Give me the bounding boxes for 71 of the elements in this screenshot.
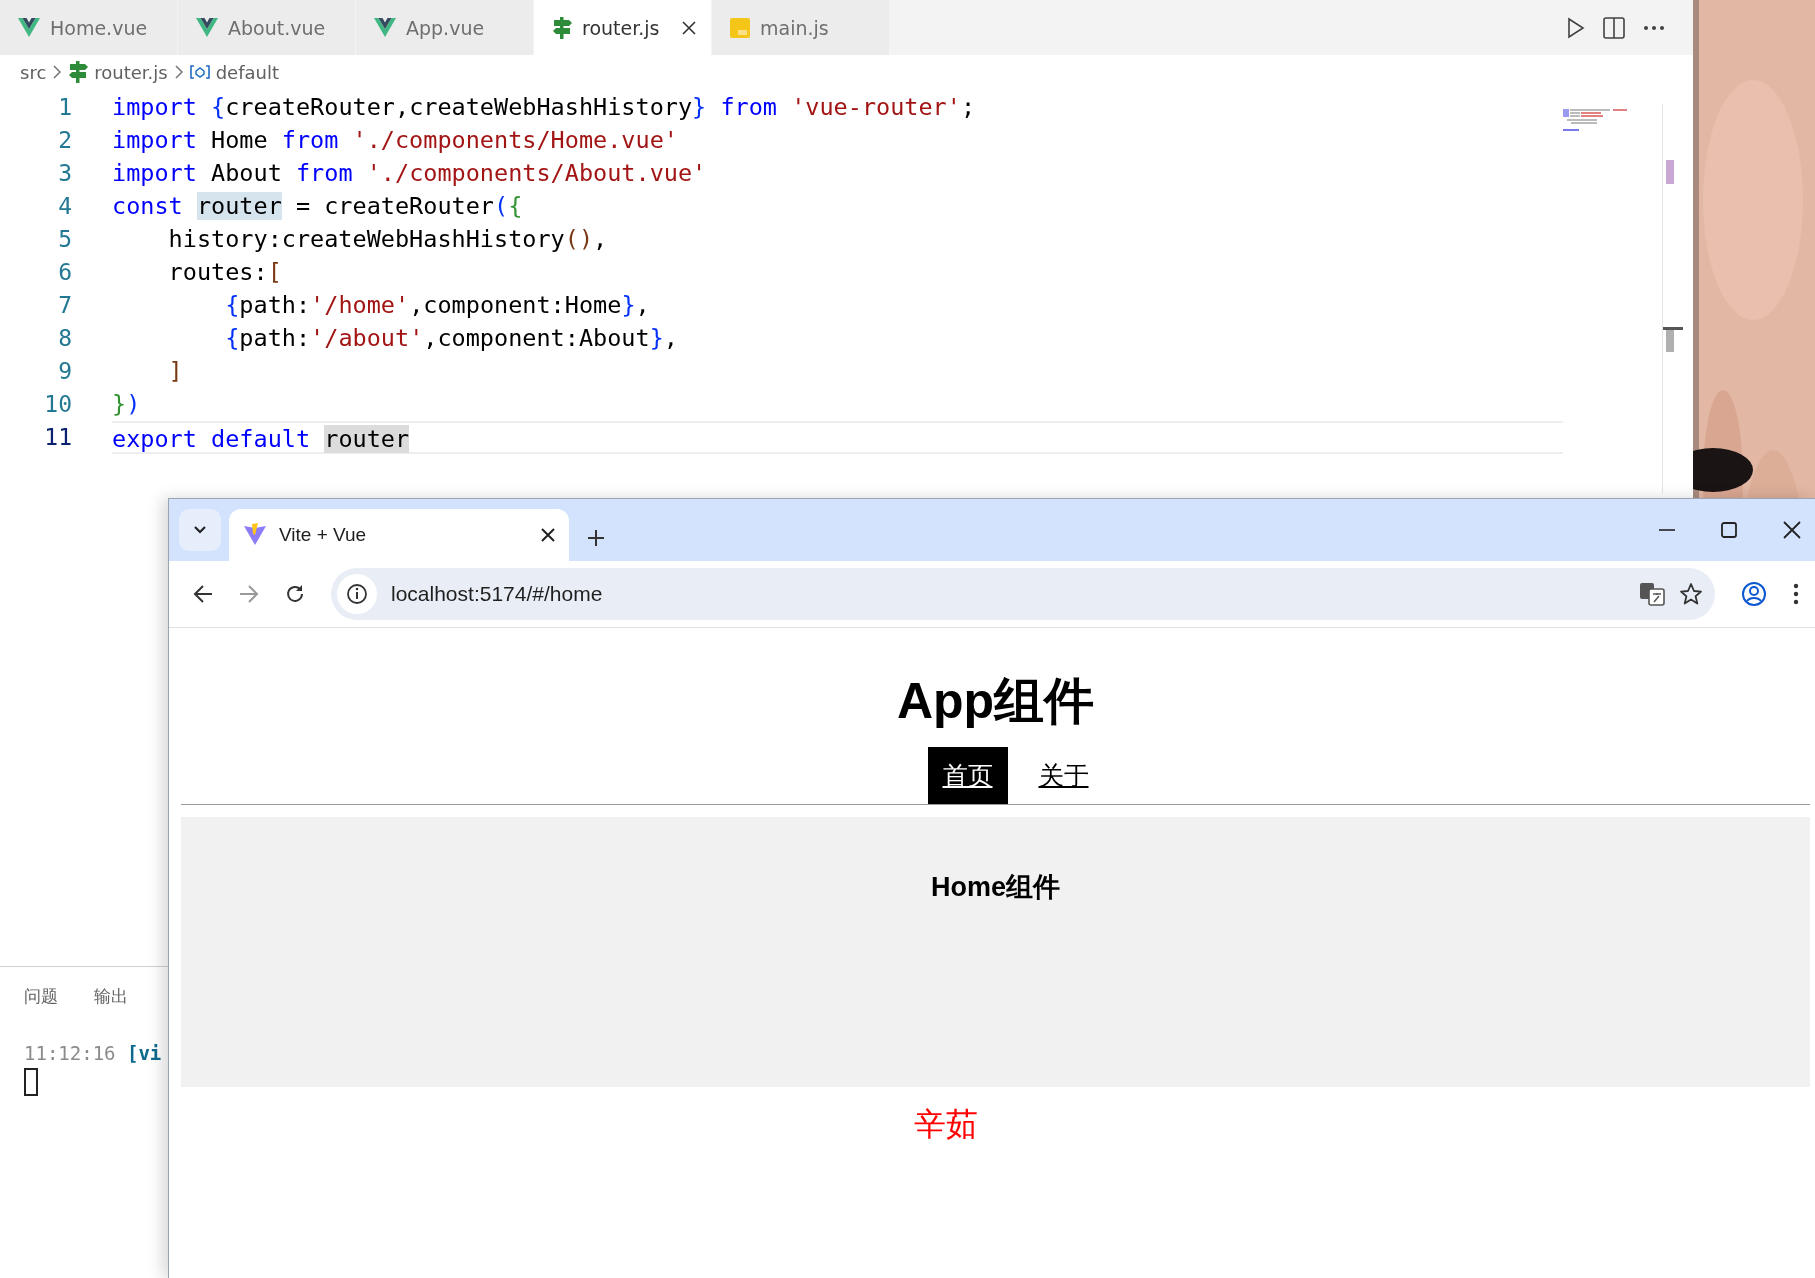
code-line: export default router	[112, 421, 1563, 454]
forward-icon[interactable]	[239, 585, 259, 603]
line-number: 9	[57, 357, 73, 386]
menu-icon[interactable]	[1793, 583, 1799, 605]
address-bar[interactable]: localhost:5174/#/home	[331, 568, 1715, 620]
maximize-icon[interactable]	[1721, 522, 1737, 538]
code-line: import Home from './components/Home.vue'	[112, 125, 679, 156]
translate-icon[interactable]	[1639, 582, 1665, 606]
page-heading: App组件	[895, 672, 1096, 731]
panel-tab[interactable]: 输出	[94, 985, 128, 1008]
split-editor-icon[interactable]	[1603, 16, 1625, 39]
reload-icon[interactable]	[285, 584, 305, 604]
close-icon[interactable]	[541, 528, 555, 542]
code-line: ]	[167, 356, 184, 387]
line-number: 5	[57, 225, 73, 254]
plus-icon	[587, 529, 605, 547]
vue-logo-icon	[374, 17, 396, 38]
close-icon[interactable]	[1783, 521, 1801, 539]
editor-tab[interactable]: main.js	[712, 0, 890, 55]
terminal-cursor	[24, 1068, 38, 1096]
breadcrumb-item[interactable]: router.js	[94, 61, 168, 83]
scrollbar[interactable]	[1662, 104, 1685, 494]
code-line: })	[112, 389, 142, 420]
panel-tab[interactable]: 问题	[24, 985, 58, 1008]
editor-tab[interactable]: Home.vue	[0, 0, 178, 55]
nav-link[interactable]: 关于	[1023, 747, 1104, 804]
line-number: 7	[57, 291, 73, 320]
code-line: {path:'/home',component:Home},	[224, 290, 651, 321]
line-number: 8	[57, 324, 73, 353]
terminal-time: 11:12:16	[24, 1042, 116, 1064]
code-line: import {createRouter,createWebHashHistory} from 'vue-router';	[112, 92, 977, 123]
code-line: const router = createRouter({	[112, 191, 524, 222]
nav-link[interactable]: 首页	[927, 747, 1008, 804]
line-number: 1	[57, 93, 73, 122]
browser-tab[interactable]: Vite + Vue	[229, 509, 569, 561]
signpost-icon	[68, 61, 89, 83]
more-icon[interactable]	[1643, 24, 1665, 31]
line-number: 3	[57, 159, 73, 188]
footer-text: 辛茹	[913, 1106, 978, 1142]
editor-tab[interactable]: router.js	[534, 0, 712, 55]
code-line: import About from './components/About.vue'	[112, 158, 708, 189]
js-file-icon	[730, 17, 750, 38]
line-number: 10	[43, 390, 73, 419]
chevron-icon	[173, 65, 184, 79]
code-line: history:createWebHashHistory(),	[167, 224, 609, 255]
vue-logo-icon	[18, 17, 40, 38]
star-icon[interactable]	[1679, 582, 1703, 606]
view-heading: Home组件	[931, 871, 1060, 904]
signpost-icon	[552, 16, 572, 39]
run-icon[interactable]	[1567, 16, 1585, 39]
chevron-icon	[193, 525, 207, 535]
code-line: {path:'/about',component:About},	[224, 323, 679, 354]
breadcrumb-item[interactable]: default	[215, 61, 280, 83]
code-line: routes:[	[167, 257, 283, 288]
info-icon[interactable]	[346, 583, 368, 605]
vite-logo-icon	[243, 523, 267, 547]
symbol-icon	[189, 64, 210, 80]
profile-icon[interactable]	[1741, 581, 1767, 607]
line-number: 2	[57, 126, 73, 155]
breadcrumb-item[interactable]: src	[20, 61, 47, 83]
vue-logo-icon	[196, 17, 218, 38]
line-number: 4	[57, 192, 73, 221]
editor-tab[interactable]: App.vue	[356, 0, 534, 55]
chevron-icon	[52, 65, 63, 79]
terminal-text: [vi	[126, 1042, 162, 1064]
editor-tab[interactable]: About.vue	[178, 0, 356, 55]
line-number: 6	[57, 258, 73, 287]
back-icon[interactable]	[193, 585, 213, 603]
close-icon[interactable]	[681, 19, 697, 36]
line-number: 11	[43, 423, 73, 452]
new-tab-button[interactable]	[587, 529, 605, 547]
